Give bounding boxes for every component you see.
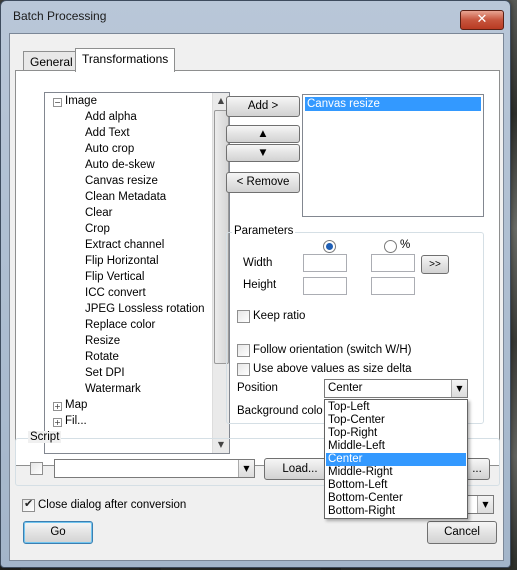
position-option[interactable]: Middle-Left [326,440,466,453]
tree-expander-icon[interactable]: − [53,98,62,107]
tree-item[interactable]: Clear [85,207,112,219]
size-delta-checkbox[interactable] [237,363,250,376]
cancel-button-label: Cancel [444,526,480,538]
height-pixels-input[interactable] [303,277,347,295]
add-button-label: Add > [247,100,279,112]
link-values-button[interactable]: >> [421,255,449,274]
tree-item[interactable]: Add Text [85,127,130,139]
tree-node-image[interactable]: Image [65,95,97,107]
tab-transformations-label: Transformations [82,52,169,66]
background-color-label: Background colo [237,405,323,417]
percent-label: % [400,239,411,251]
tree-item[interactable]: Resize [85,335,120,347]
add-button[interactable]: Add > [226,96,300,117]
script-enable-checkbox[interactable] [30,462,43,475]
tree-item[interactable]: ICC convert [85,287,146,299]
chevron-down-icon[interactable]: ▼ [451,380,467,397]
window-title: Batch Processing [13,9,107,23]
transformations-tree[interactable]: − Image Add alpha Add Text Auto crop Auto de-… [44,92,230,454]
position-option[interactable]: Middle-Right [326,466,466,479]
title-bar[interactable]: Batch Processing ✕ [1,1,510,31]
tab-general-label: General [30,55,73,69]
tab-general[interactable]: General [23,51,80,72]
move-up-button[interactable]: ▲ [226,125,300,143]
tree-item[interactable]: Replace color [85,319,155,331]
cancel-button[interactable]: Cancel [427,521,497,544]
up-arrow-icon: ▲ [257,128,269,140]
tree-item[interactable]: JPEG Lossless rotation [85,303,205,315]
position-option[interactable]: Bottom-Left [326,479,466,492]
move-down-button[interactable]: ▼ [226,144,300,162]
position-option[interactable]: Bottom-Right [326,505,466,518]
tab-transformations[interactable]: Transformations [75,48,176,72]
batch-processing-window: Batch Processing ✕ General Transformatio… [0,0,511,568]
position-select-value: Center [328,382,363,394]
close-dialog-label: Close dialog after conversion [38,499,187,511]
pixels-radio[interactable] [323,240,336,253]
checkmark-icon: ✔ [24,497,34,510]
tree-item[interactable]: Extract channel [85,239,164,251]
follow-orientation-checkbox[interactable] [237,344,250,357]
selected-transformations-list[interactable]: Canvas resize [302,94,484,217]
tree-item[interactable]: Canvas resize [85,175,158,187]
position-select[interactable]: Center ▼ [324,379,468,398]
width-pixels-input[interactable] [303,254,347,272]
remove-button[interactable]: < Remove [226,172,300,193]
width-percent-input[interactable] [371,254,415,272]
close-window-button[interactable]: ✕ [460,10,504,30]
dialog-client-area: General Transformations − Image Add alpha A… [9,33,504,561]
position-option[interactable]: Top-Center [326,414,466,427]
tree-item[interactable]: Auto de-skew [85,159,155,171]
ellipsis-label: ... [472,463,482,475]
tree-item[interactable]: Clean Metadata [85,191,166,203]
parameters-group-label: Parameters [232,225,296,237]
tree-item[interactable]: Auto crop [85,143,134,155]
position-dropdown-list[interactable]: Top-Left Top-Center Top-Right Middle-Left Ce… [324,399,468,519]
height-percent-input[interactable] [371,277,415,295]
position-option[interactable]: Bottom-Center [326,492,466,505]
go-button[interactable]: Go [23,521,93,544]
script-group-label: Script [28,431,62,443]
list-item[interactable]: Canvas resize [305,97,481,111]
load-button-label: Load... [282,463,318,475]
go-button-label: Go [50,526,66,538]
close-dialog-checkbox[interactable]: ✔ [22,497,35,512]
position-label: Position [237,382,278,394]
percent-radio[interactable] [384,240,397,253]
height-label: Height [243,279,277,291]
keep-ratio-checkbox[interactable] [237,310,250,323]
remove-button-label: < Remove [236,176,290,188]
chevron-down-icon[interactable]: ▼ [238,460,254,477]
width-label: Width [243,257,273,269]
follow-orientation-label: Follow orientation (switch W/H) [253,344,412,356]
close-icon: ✕ [476,12,488,27]
size-delta-label: Use above values as size delta [253,363,412,375]
tree-expander-icon[interactable]: + [53,418,62,427]
tree-node-file[interactable]: Fil... [65,415,87,427]
tree-item[interactable]: Flip Vertical [85,271,144,283]
keep-ratio-label: Keep ratio [253,310,306,322]
chevron-down-icon[interactable]: ▼ [477,496,493,513]
tree-item[interactable]: Rotate [85,351,119,363]
tree-node-map[interactable]: Map [65,399,87,411]
tree-item[interactable]: Set DPI [85,367,125,379]
double-arrow-icon: >> [429,259,441,270]
script-select[interactable]: ▼ [54,459,255,478]
tree-expander-icon[interactable]: + [53,402,62,411]
tree-item[interactable]: Add alpha [85,111,137,123]
tree-item[interactable]: Watermark [85,383,141,395]
tree-item[interactable]: Crop [85,223,110,235]
position-option[interactable]: Top-Right [326,427,466,440]
position-option[interactable]: Center [326,453,466,466]
position-option[interactable]: Top-Left [326,401,466,414]
tree-item[interactable]: Flip Horizontal [85,255,159,267]
down-arrow-icon: ▼ [257,147,269,159]
